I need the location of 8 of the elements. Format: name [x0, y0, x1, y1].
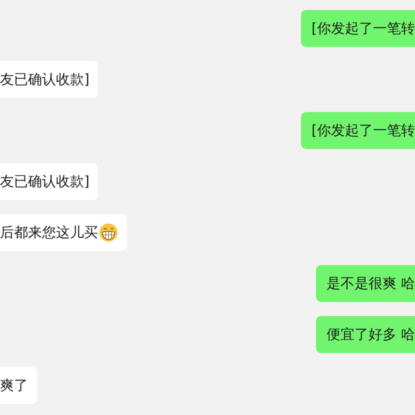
message-bubble: 是不是很爽 哈: [316, 265, 415, 302]
message-bubble: 后都来您这儿买: [0, 214, 127, 251]
message-bubble: [你发起了一笔转: [300, 112, 415, 149]
message-bubble: 爽了: [0, 367, 37, 404]
message-bubble: 友已确认收款]: [0, 163, 98, 200]
message-bubble: 便宜了好多 哈: [316, 316, 415, 353]
message-bubble: 友已确认收款]: [0, 61, 98, 98]
message-bubble: [你发起了一笔转: [300, 10, 415, 47]
